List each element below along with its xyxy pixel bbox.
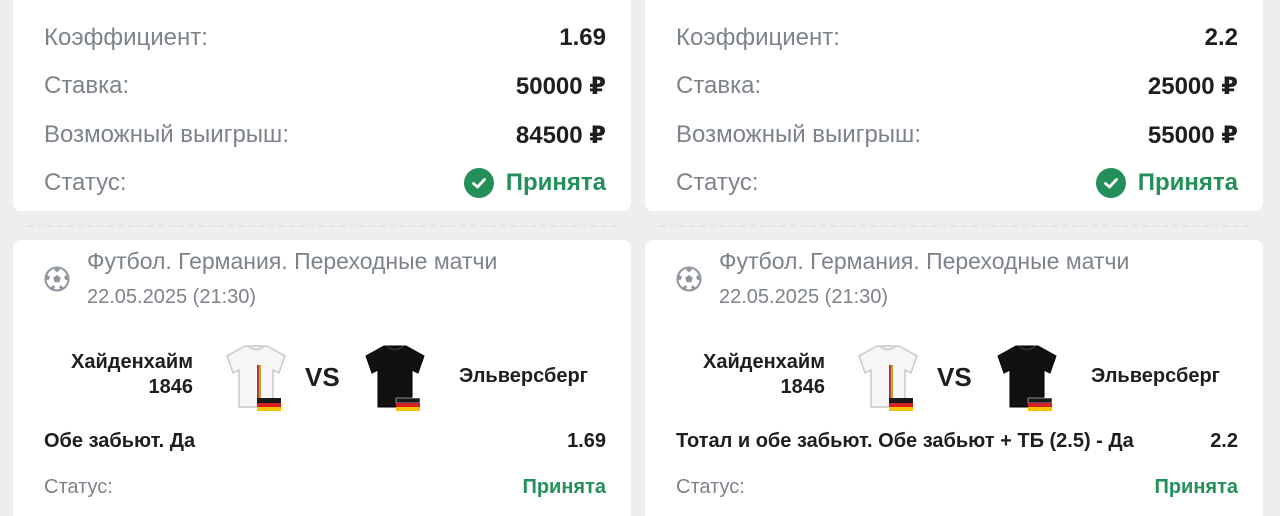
away-team-name: Эльверсберг (459, 365, 588, 387)
possible-win-label: Возможный выигрыш: (676, 121, 921, 148)
possible-win-value: 55000 ₽ (1147, 121, 1238, 149)
league-name: Футбол. Германия. Переходные матчи (87, 248, 498, 274)
possible-win-row: Возможный выигрыш: 55000 ₽ (676, 120, 1238, 150)
event-date: 22.05.2025 (21:30) (719, 286, 889, 308)
ticket-separator (634, 211, 1274, 240)
coefficient-value: 1.69 (559, 24, 606, 51)
league-name: Футбол. Германия. Переходные матчи (719, 248, 1130, 274)
home-jersey-icon (858, 345, 918, 411)
status-badge: Принята (1095, 168, 1238, 198)
check-circle-icon (463, 168, 494, 198)
germany-flag-icon (1027, 397, 1053, 411)
coefficient-value: 2.2 (1204, 24, 1238, 51)
event-date: 22.05.2025 (21:30) (87, 286, 257, 308)
possible-win-value: 84500 ₽ (515, 121, 606, 149)
home-jersey-icon (226, 345, 286, 411)
status-row: Статус: Принята (676, 168, 1238, 198)
possible-win-label: Возможный выигрыш: (44, 121, 289, 148)
vs-label: VS (937, 362, 972, 392)
event-status-label: Статус: (676, 476, 745, 498)
germany-flag-icon (257, 398, 281, 411)
stake-value: 50000 ₽ (515, 72, 606, 100)
bet-event[interactable]: Футбол. Германия. Переходные матчи 22.05… (13, 240, 631, 516)
soccer-ball-icon (44, 266, 70, 292)
coefficient-row: Коэффициент: 2.2 (676, 23, 1238, 53)
bet-ticket[interactable]: Коэффициент: 1.69 Ставка: 50000 ₽ Возмож… (2, 0, 642, 516)
ticket-notch (634, 215, 656, 237)
market-name: Обе забьют. Да (44, 430, 196, 452)
event-status-value: Принята (522, 476, 606, 498)
bet-event[interactable]: Футбол. Германия. Переходные матчи 22.05… (645, 240, 1263, 516)
away-jersey-icon (365, 345, 425, 411)
germany-flag-icon (889, 398, 913, 411)
status-label: Статус: (676, 169, 759, 196)
stake-row: Ставка: 25000 ₽ (676, 71, 1238, 101)
status-value: Принята (505, 169, 606, 196)
coefficient-row: Коэффициент: 1.69 (44, 23, 606, 53)
bet-summary: Коэффициент: 2.2 Ставка: 25000 ₽ Возможн… (645, 0, 1263, 211)
stake-value: 25000 ₽ (1147, 72, 1238, 100)
home-team-name: Хайденхайм 1846 (71, 351, 193, 398)
status-badge: Принята (463, 168, 606, 198)
status-row: Статус: Принята (44, 168, 606, 198)
stake-label: Ставка: (676, 72, 762, 99)
event-status-label: Статус: (44, 476, 113, 498)
stake-label: Ставка: (44, 72, 130, 99)
ticket-notch (2, 215, 24, 237)
home-team-name: Хайденхайм 1846 (703, 351, 825, 398)
bet-summary: Коэффициент: 1.69 Ставка: 50000 ₽ Возмож… (13, 0, 631, 211)
market-odd: 2.2 (1210, 430, 1238, 452)
ticket-notch (1252, 215, 1274, 237)
soccer-ball-icon (676, 266, 702, 292)
match-teams: Хайденхайм 1846 VS Эльверсберг (13, 335, 631, 415)
stake-row: Ставка: 50000 ₽ (44, 71, 606, 101)
ticket-separator (2, 211, 642, 240)
possible-win-row: Возможный выигрыш: 84500 ₽ (44, 120, 606, 150)
dashed-divider (27, 225, 617, 227)
status-value: Принята (1137, 169, 1238, 196)
germany-flag-icon (395, 397, 421, 411)
match-teams: Хайденхайм 1846 VS Эльверсберг (645, 335, 1263, 415)
dashed-divider (659, 225, 1249, 227)
away-team-name: Эльверсберг (1091, 365, 1220, 387)
bet-ticket[interactable]: Коэффициент: 2.2 Ставка: 25000 ₽ Возможн… (634, 0, 1274, 516)
status-label: Статус: (44, 169, 127, 196)
vs-label: VS (305, 362, 340, 392)
event-status-value: Принята (1154, 476, 1238, 498)
check-circle-icon (1095, 168, 1126, 198)
market-odd: 1.69 (567, 430, 606, 452)
away-jersey-icon (997, 345, 1057, 411)
coefficient-label: Коэффициент: (676, 24, 840, 51)
market-name: Тотал и обе забьют. Обе забьют + ТБ (2.5… (676, 430, 1134, 452)
coefficient-label: Коэффициент: (44, 24, 208, 51)
